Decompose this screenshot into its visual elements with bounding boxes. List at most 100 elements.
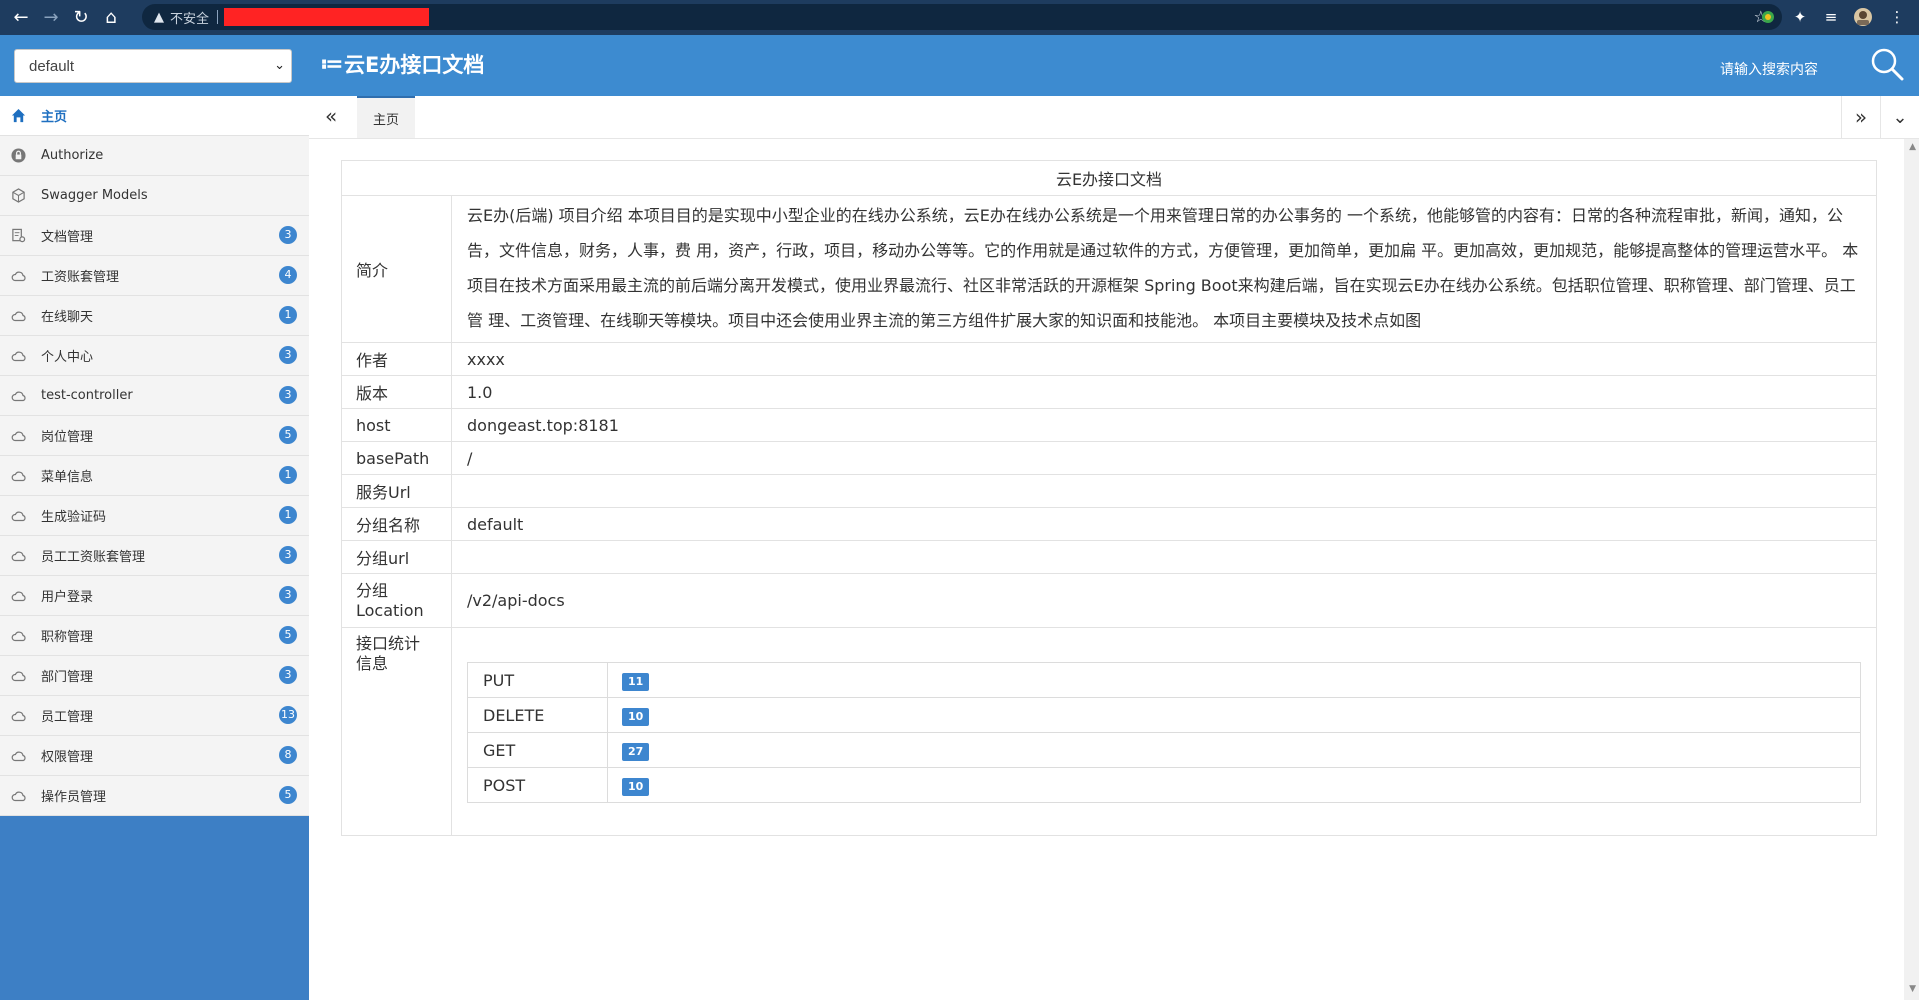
sidebar-item-item-3[interactable]: 文档管理 3 [0, 216, 309, 256]
cloud-icon [11, 350, 41, 362]
reading-list-icon[interactable]: ≡ [1820, 6, 1842, 28]
cloud-icon [11, 590, 41, 602]
extension-leaf-icon[interactable] [1757, 6, 1779, 28]
sidebar-item-item-6[interactable]: 个人中心 3 [0, 336, 309, 376]
sidebar-item-label: 文档管理 [41, 230, 94, 245]
count-badge: 5 [279, 426, 297, 444]
sidebar-item-item-15[interactable]: 员工管理 13 [0, 696, 309, 736]
lock-icon [11, 148, 41, 163]
search-input[interactable]: 请输入搜索内容 [1720, 59, 1818, 79]
method-count-badge: 10 [622, 707, 650, 726]
sidebar-item-item-17[interactable]: 操作员管理 5 [0, 776, 309, 816]
sidebar-item-label: 职称管理 [41, 630, 94, 645]
divider [217, 10, 219, 24]
group-select[interactable]: default ⌄ [14, 49, 292, 83]
sidebar-item-label: 在线聊天 [41, 310, 94, 325]
sidebar-menu: 主页 Authorize Swagger Models 文档管理 3 工资账套管理 4 在线聊… [0, 96, 309, 816]
browser-menu-icon[interactable]: ⋮ [1886, 6, 1908, 28]
info-row: 版本 1.0 [341, 375, 1877, 409]
info-row: 分组url [341, 540, 1877, 574]
profile-avatar[interactable] [1852, 6, 1874, 28]
sidebar-item-label: Swagger Models [41, 188, 148, 203]
sidebar: 主页 Authorize Swagger Models 文档管理 3 工资账套管理 4 在线聊… [0, 96, 309, 1000]
extensions-puzzle-icon[interactable]: ✦ [1789, 6, 1811, 28]
sidebar-item-item-9[interactable]: 菜单信息 1 [0, 456, 309, 496]
sidebar-item-label: 岗位管理 [41, 430, 94, 445]
sidebar-item-label: 员工工资账套管理 [41, 550, 146, 565]
cloud-icon [11, 630, 41, 642]
sidebar-item-swagger-models[interactable]: Swagger Models [0, 176, 309, 216]
info-key: 分组url [341, 540, 452, 574]
sidebar-item-label: 工资账套管理 [41, 270, 120, 285]
cloud-icon [11, 710, 41, 722]
info-value: / [451, 441, 1877, 475]
sidebar-item-item-0[interactable]: 主页 [0, 96, 309, 136]
sidebar-item-item-14[interactable]: 部门管理 3 [0, 656, 309, 696]
cloud-icon [11, 470, 41, 482]
sidebar-item-item-16[interactable]: 权限管理 8 [0, 736, 309, 776]
stats-label: 接口统计 信息 [341, 627, 452, 836]
sidebar-item-item-4[interactable]: 工资账套管理 4 [0, 256, 309, 296]
count-badge: 1 [279, 506, 297, 524]
info-row: 作者 xxxx [341, 342, 1877, 376]
info-value [451, 474, 1877, 508]
menu-toggle-icon[interactable]: ≔ [320, 52, 343, 78]
intro-text: 云E办(后端) 项目介绍 本项目目的是实现中小型企业的在线办公系统，云E办在线办… [451, 195, 1877, 343]
cloud-icon [11, 510, 41, 522]
cloud-icon [11, 390, 41, 402]
reload-icon[interactable]: ↻ [66, 3, 96, 33]
scrollbar[interactable] [1904, 139, 1919, 1000]
cloud-icon [11, 550, 41, 562]
search-icon[interactable] [1870, 47, 1904, 81]
sidebar-item-label: 个人中心 [41, 350, 94, 365]
sidebar-item-label: 菜单信息 [41, 470, 94, 485]
http-method: POST [467, 767, 608, 803]
tab-bar: « 主页 » ⌄ [309, 96, 1919, 139]
forward-icon[interactable]: → [36, 3, 66, 33]
cloud-icon [11, 430, 41, 442]
cloud-icon [11, 310, 41, 322]
info-value: default [451, 507, 1877, 541]
app-header: default ⌄ ≔ 云E办接口文档 请输入搜索内容 [0, 35, 1919, 96]
tab-home[interactable]: 主页 [357, 96, 415, 138]
info-value [451, 540, 1877, 574]
method-stat-row: DELETE 10 [467, 697, 1861, 733]
count-badge: 5 [279, 786, 297, 804]
address-bar[interactable]: ▲ 不安全 ☆ [142, 4, 1782, 30]
scroll-up-icon[interactable]: ▲ [1909, 142, 1916, 152]
sidebar-item-label: test-controller [41, 388, 133, 403]
info-row: 分组名称 default [341, 507, 1877, 541]
home-icon[interactable]: ⌂ [96, 3, 126, 33]
info-row: 服务Url [341, 474, 1877, 508]
tab-scroll-left-icon[interactable]: « [325, 104, 337, 128]
sidebar-item-item-5[interactable]: 在线聊天 1 [0, 296, 309, 336]
cube-icon [11, 188, 41, 203]
group-select-value: default [29, 57, 75, 75]
count-badge: 3 [279, 586, 297, 604]
info-row: basePath / [341, 441, 1877, 475]
sidebar-item-label: 生成验证码 [41, 510, 107, 525]
sidebar-item-label: 员工管理 [41, 710, 94, 725]
info-value: dongeast.top:8181 [451, 408, 1877, 442]
back-icon[interactable]: ← [6, 3, 36, 33]
method-count-cell: 11 [607, 662, 1861, 698]
document-settings-icon [11, 228, 41, 243]
sidebar-item-item-11[interactable]: 员工工资账套管理 3 [0, 536, 309, 576]
info-row: host dongeast.top:8181 [341, 408, 1877, 442]
sidebar-item-item-10[interactable]: 生成验证码 1 [0, 496, 309, 536]
http-method: PUT [467, 662, 608, 698]
sidebar-item-authorize[interactable]: Authorize [0, 136, 309, 176]
sidebar-item-item-12[interactable]: 用户登录 3 [0, 576, 309, 616]
tab-scroll-right-icon[interactable]: » [1841, 96, 1880, 138]
home-icon [11, 108, 41, 123]
sidebar-item-item-8[interactable]: 岗位管理 5 [0, 416, 309, 456]
cloud-icon [11, 750, 41, 762]
count-badge: 8 [279, 746, 297, 764]
sidebar-item-item-13[interactable]: 职称管理 5 [0, 616, 309, 656]
http-method: GET [467, 732, 608, 768]
sidebar-item-test-controller[interactable]: test-controller 3 [0, 376, 309, 416]
scroll-down-icon[interactable]: ▼ [1909, 984, 1916, 994]
method-count-badge: 27 [622, 742, 650, 761]
tab-more-icon[interactable]: ⌄ [1880, 96, 1919, 138]
location-value: /v2/api-docs [451, 573, 1877, 628]
